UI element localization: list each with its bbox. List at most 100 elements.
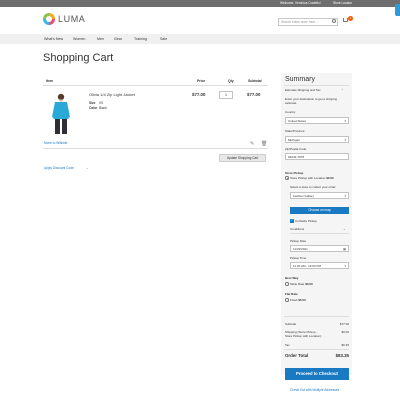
flat-rate-option[interactable]: Fixed $5.00 [290,298,306,302]
order-total-divider [284,349,349,350]
calendar-icon[interactable]: ▦ [343,246,346,252]
trash-icon[interactable]: 🗑 [261,141,267,147]
search-icon[interactable] [332,19,336,23]
store-value: Fashion Gallery [293,194,315,198]
choose-on-map-button[interactable]: Choose on map [290,207,349,214]
side-feedback-tab[interactable] [395,4,400,16]
pickup-time-label: Pickup Time [290,256,307,260]
column-header-price: Price [197,79,206,83]
color-label: Color [89,106,98,110]
product-image[interactable] [50,92,72,136]
size-label: Size [89,101,96,105]
chevron-up-icon[interactable]: ⌃ [341,88,344,92]
pickup-date-input[interactable]: 11/22/2021 ▦ [290,245,349,252]
flat-rate-radio[interactable] [285,298,289,302]
shipping-value: $0.00 [341,330,349,334]
cart-count-badge[interactable]: 1 [348,16,353,21]
best-way-option[interactable]: Table Rate $0.00 [290,282,313,286]
table-divider [43,85,268,86]
nav-item-women[interactable]: Women [73,37,85,41]
store-locator-link[interactable]: Store Locator [333,1,352,5]
zip-label: Zip/Postal Code [285,147,307,151]
nav-item-sale[interactable]: Sale [160,37,167,41]
search-placeholder: Search entire store here... [281,20,318,24]
best-way-price: $0.00 [305,282,313,286]
pickup-time-value: 11:20 AM - 12:00 PM [293,264,321,268]
column-header-subtotal: Subtotal [248,79,262,83]
chevron-down-icon: ▾ [344,119,346,123]
tax-value: $6.35 [341,343,349,347]
country-value: United States [288,119,307,123]
pickup-date-label: Pickup Date [290,239,307,243]
best-way-option-label: Table Rate [290,282,305,286]
chevron-down-icon[interactable]: ⌄ [343,227,346,231]
tax-label: Tax [285,343,290,347]
column-header-qty: Qty [228,79,234,83]
main-navigation: What's New Women Men Gear Training Sale [0,34,400,44]
chevron-down-icon[interactable]: ⌄ [86,166,89,170]
apply-discount-toggle[interactable]: Apply Discount Code [44,166,74,170]
store-pickup-option[interactable]: Store Pickup with Location $0.00 [290,176,334,180]
best-way-radio[interactable] [285,282,289,286]
estimate-shipping-toggle[interactable]: Estimate Shipping and Tax [285,88,320,92]
totals-divider [284,316,349,317]
luma-logo-icon[interactable] [43,13,55,25]
country-label: Country [285,110,296,114]
chevron-down-icon: ▾ [344,138,346,142]
size-value: XS [99,101,104,105]
proceed-to-checkout-button[interactable]: Proceed to Checkout [285,368,349,380]
conditions-toggle[interactable]: Conditions [290,227,304,231]
nav-item-whats-new[interactable]: What's New [44,37,63,41]
select-store-label: Select a store to collect your order: [290,185,337,189]
chevron-down-icon: ▾ [344,264,346,268]
nav-item-men[interactable]: Men [97,37,104,41]
qty-input[interactable]: 1 [219,91,233,99]
state-value: Michigan [288,138,301,142]
flat-rate-heading: Flat Rate [285,292,298,296]
nav-item-gear[interactable]: Gear [114,37,122,41]
product-name-link[interactable]: Olivia 1/4 Zip Light Jacket [89,92,135,97]
store-pickup-heading: Store Pickup [285,171,304,175]
zip-input[interactable]: 94043-7978 [285,153,349,160]
column-header-item: Item [46,79,53,83]
country-select[interactable]: United States ▾ [285,117,349,124]
order-total-value: $83.35 [335,353,349,358]
store-pickup-option-label: Store Pickup with Location [290,176,326,180]
flat-rate-option-label: Fixed [290,298,298,302]
multiple-addresses-link[interactable]: Check Out with Multiple Addresses [290,388,339,392]
shipping-label: Shipping (Store Pickup - Store Pickup wi… [285,330,322,338]
logo-text[interactable]: LUMA [58,14,85,24]
state-label: State/Province [285,129,305,133]
pickup-time-select[interactable]: 11:20 AM - 12:00 PM ▾ [290,262,349,269]
item-divider [43,148,268,149]
store-pickup-radio[interactable] [285,176,289,180]
item-subtotal: $77.00 [247,92,261,97]
subtotal-label: Subtotal [285,322,297,326]
state-select[interactable]: Michigan ▾ [285,136,349,143]
best-way-heading: Best Way [285,276,299,280]
item-price: $77.00 [192,92,206,97]
summary-title: Summary [285,76,315,83]
update-cart-button[interactable]: Update Shopping Cart [219,154,266,162]
pickup-date-value: 11/22/2021 [293,247,308,251]
store-select[interactable]: Fashion Gallery ▾ [290,192,349,199]
subtotal-value: $77.00 [339,322,349,326]
summary-divider [284,85,349,86]
order-total-label: Order Total [285,353,309,358]
conditions-divider [290,233,349,234]
color-value: Black [99,106,107,110]
estimate-description: Enter your destination to get a shipping… [285,97,338,105]
product-color-option: Color Black [89,106,107,110]
nav-item-training[interactable]: Training [134,37,147,41]
product-size-option: Size XS [89,101,103,105]
move-to-wishlist-link[interactable]: Move to Wishlist [44,141,67,145]
welcome-message: Welcome, Veronica Costello! [280,1,321,5]
search-input[interactable]: Search entire store here... [278,18,338,26]
curbside-label: Curbside Pickup [295,219,317,223]
page-title: Shopping Cart [43,52,114,64]
chevron-down-icon: ▾ [344,194,346,198]
edit-icon[interactable]: ✎ [250,141,254,147]
top-header-bar: Welcome, Veronica Costello! Store Locato… [0,0,400,7]
curbside-checkbox[interactable]: ✓ [290,218,294,223]
store-pickup-price: $0.00 [326,176,334,180]
